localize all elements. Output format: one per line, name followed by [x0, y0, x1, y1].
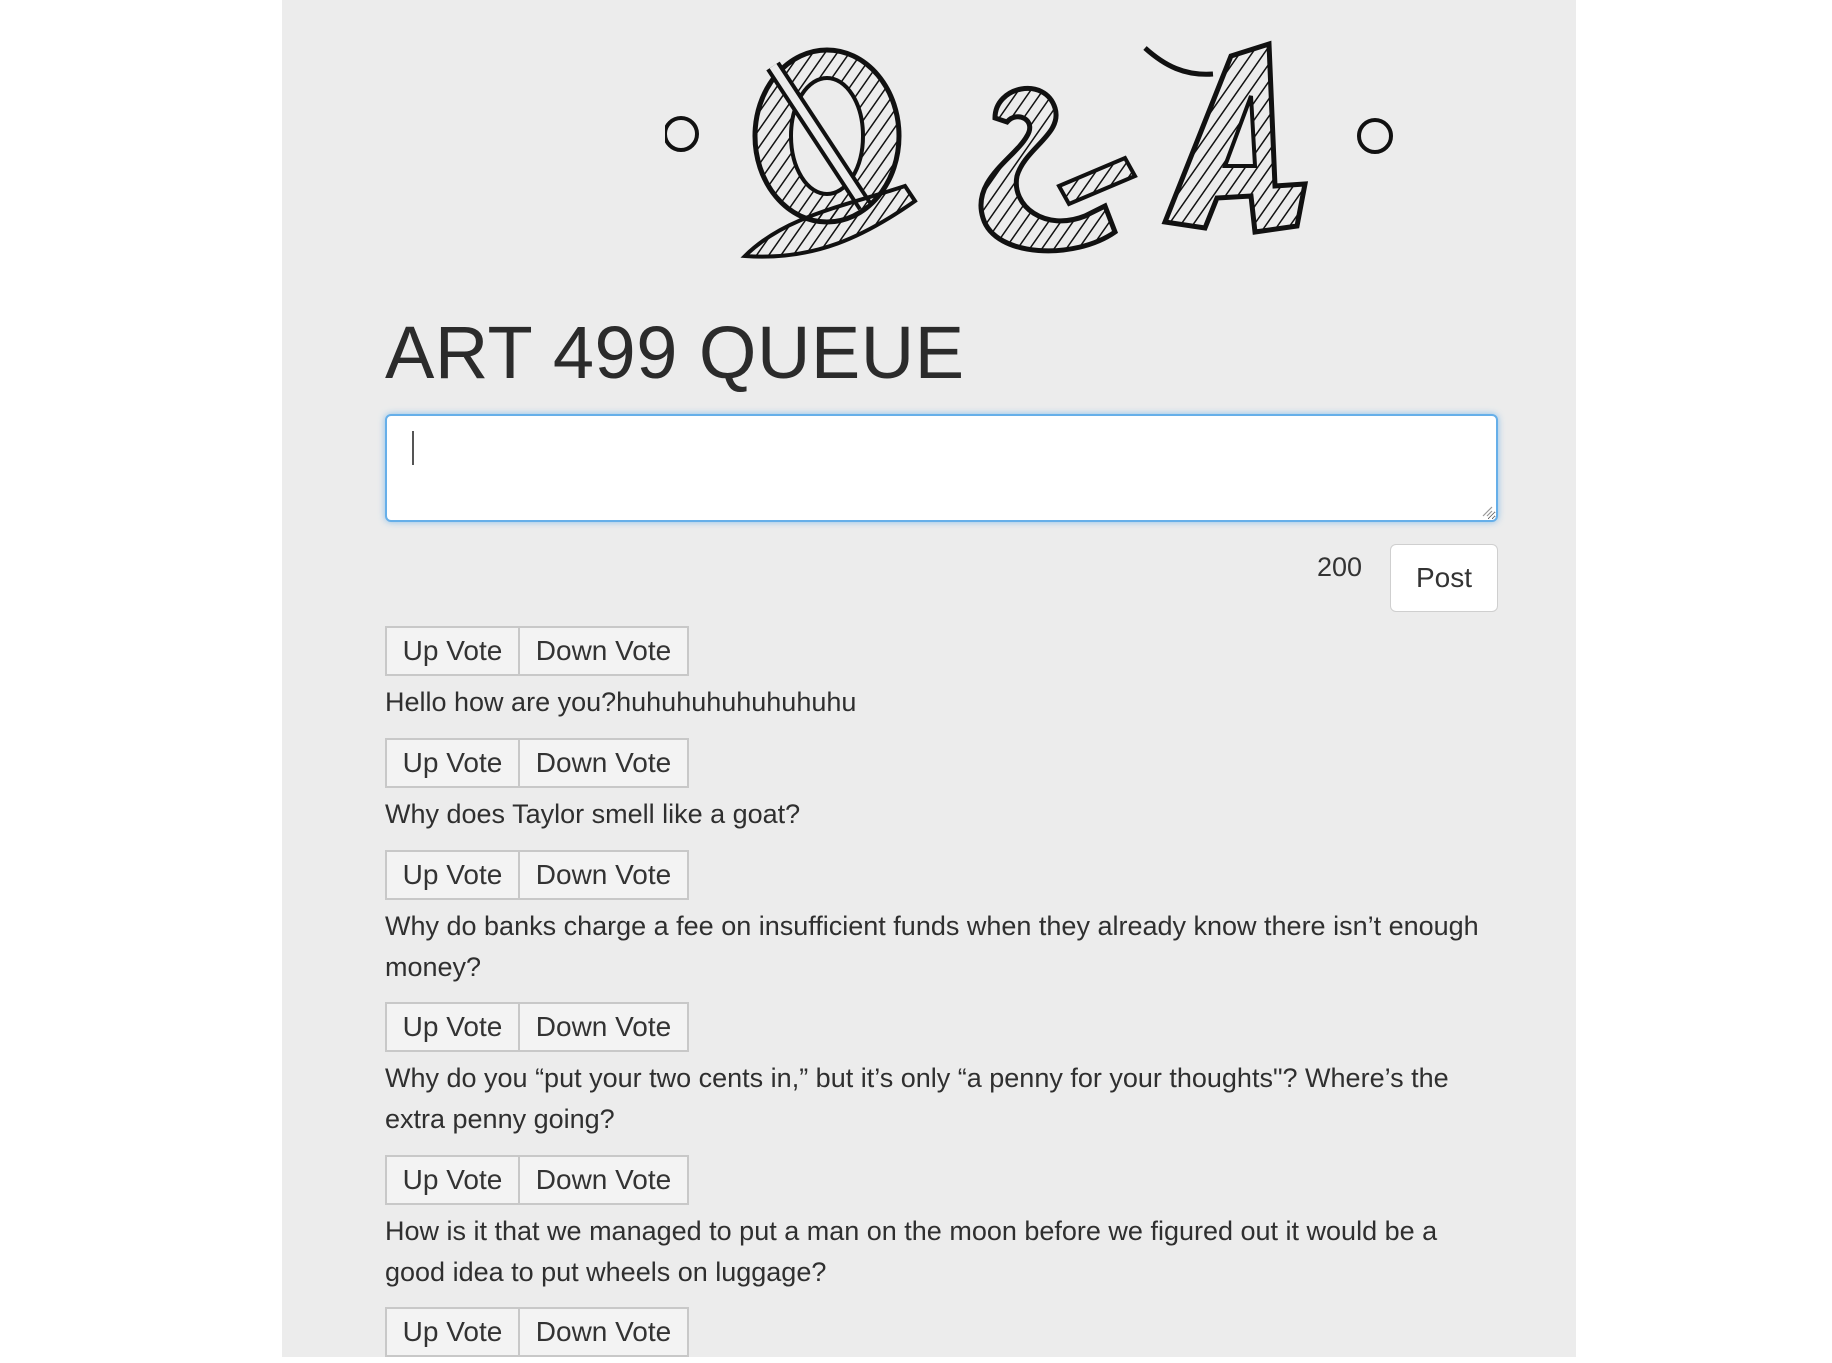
qa-logo	[665, 40, 1393, 259]
question-item: Up Vote Down Vote Hello how are you?huhu…	[385, 626, 1498, 738]
down-vote-button[interactable]: Down Vote	[520, 626, 689, 676]
up-vote-button[interactable]: Up Vote	[385, 1002, 520, 1052]
page-panel: ART 499 QUEUE 200 Post Up Vote Down Vote…	[282, 0, 1576, 1357]
vote-button-group: Up Vote Down Vote	[385, 850, 1498, 900]
question-text: Why do you “put your two cents in,” but …	[385, 1063, 1449, 1134]
question-item: Up Vote Down Vote Why does Taylor smell …	[385, 738, 1498, 850]
question-item: Up Vote Down Vote Why do you “put your t…	[385, 1002, 1498, 1155]
down-vote-button[interactable]: Down Vote	[520, 850, 689, 900]
question-text: Hello how are you?huhuhuhuhuhuhuhu	[385, 687, 857, 717]
down-vote-button[interactable]: Down Vote	[520, 1155, 689, 1205]
question-queue: Up Vote Down Vote Hello how are you?huhu…	[385, 626, 1498, 1363]
question-text: Why do banks charge a fee on insufficien…	[385, 911, 1479, 982]
vote-button-group: Up Vote Down Vote	[385, 1155, 1498, 1205]
vote-button-group: Up Vote Down Vote	[385, 1307, 1498, 1357]
up-vote-button[interactable]: Up Vote	[385, 1155, 520, 1205]
vote-button-group: Up Vote Down Vote	[385, 1002, 1498, 1052]
down-vote-button[interactable]: Down Vote	[520, 1002, 689, 1052]
question-text: Why does Taylor smell like a goat?	[385, 799, 801, 829]
up-vote-button[interactable]: Up Vote	[385, 738, 520, 788]
question-text: How is it that we managed to put a man o…	[385, 1216, 1438, 1287]
down-vote-button[interactable]: Down Vote	[520, 738, 689, 788]
question-item: Up Vote Down Vote Why do banks charge a …	[385, 850, 1498, 1002]
post-button[interactable]: Post	[1390, 544, 1498, 612]
question-item: Up Vote Down Vote How is it that we mana…	[385, 1155, 1498, 1307]
up-vote-button[interactable]: Up Vote	[385, 1307, 520, 1357]
vote-button-group: Up Vote Down Vote	[385, 626, 1498, 676]
question-input[interactable]	[385, 414, 1498, 522]
up-vote-button[interactable]: Up Vote	[385, 850, 520, 900]
question-item: Up Vote Down Vote	[385, 1307, 1498, 1357]
text-caret	[412, 431, 414, 465]
vote-button-group: Up Vote Down Vote	[385, 738, 1498, 788]
down-vote-button[interactable]: Down Vote	[520, 1307, 689, 1357]
page-title: ART 499 QUEUE	[385, 311, 965, 394]
character-counter: 200	[1316, 552, 1362, 582]
resize-grip-icon[interactable]	[1481, 505, 1493, 517]
up-vote-button[interactable]: Up Vote	[385, 626, 520, 676]
